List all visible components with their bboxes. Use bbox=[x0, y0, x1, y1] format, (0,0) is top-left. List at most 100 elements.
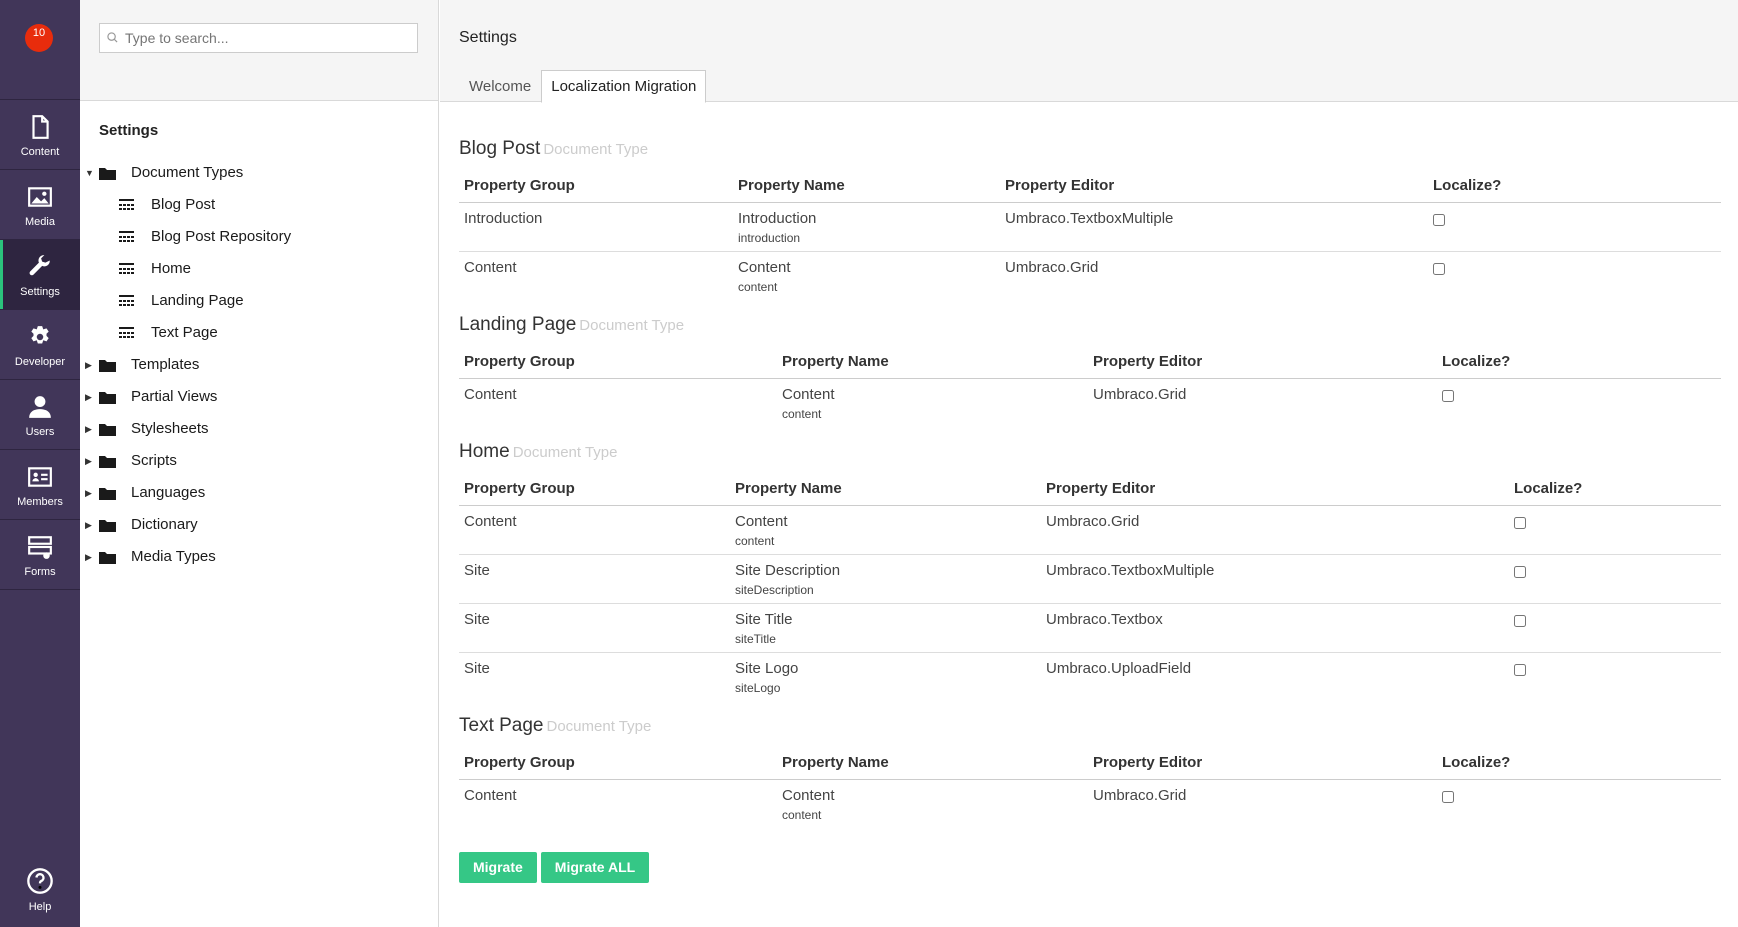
column-header-localize: Localize? bbox=[1437, 747, 1721, 780]
folder-icon bbox=[99, 168, 116, 180]
section-users[interactable]: Users bbox=[0, 380, 80, 450]
cell-editor: Umbraco.TextboxMultiple bbox=[1000, 202, 1428, 252]
tree-node-label: Scripts bbox=[131, 452, 177, 469]
caret-down-icon[interactable]: ▼ bbox=[85, 157, 94, 189]
doc-type-section: Home Document Type Property Group Propert… bbox=[459, 441, 1721, 701]
cell-localize bbox=[1509, 505, 1721, 555]
tab-welcome[interactable]: Welcome bbox=[459, 70, 541, 102]
cell-name: Content content bbox=[730, 505, 1041, 555]
caret-right-icon[interactable]: ▶ bbox=[85, 509, 92, 541]
image-icon bbox=[0, 184, 80, 212]
tree-node-label: Blog Post bbox=[151, 196, 216, 213]
table-row: Content Content content Umbraco.Grid bbox=[459, 251, 1721, 300]
localize-checkbox[interactable] bbox=[1514, 516, 1526, 529]
properties-table: Property Group Property Name Property Ed… bbox=[459, 473, 1721, 701]
cell-localize bbox=[1437, 779, 1721, 828]
tree-node-landing-page[interactable]: Landing Page bbox=[80, 285, 438, 317]
tree-node-stylesheets[interactable]: ▶ Stylesheets bbox=[80, 413, 438, 445]
help-button[interactable]: Help bbox=[0, 857, 80, 927]
column-header-name: Property Name bbox=[730, 473, 1041, 506]
localize-checkbox[interactable] bbox=[1514, 663, 1526, 676]
notifications-area: 10 bbox=[0, 0, 80, 100]
doc-type-title: Landing Page Document Type bbox=[459, 314, 1721, 340]
section-label: Developer bbox=[14, 356, 66, 368]
caret-right-icon[interactable]: ▶ bbox=[85, 445, 92, 477]
cell-editor: Umbraco.UploadField bbox=[1046, 659, 1192, 677]
property-alias: content bbox=[782, 406, 822, 421]
caret-right-icon[interactable]: ▶ bbox=[85, 381, 92, 413]
tree-node-label: Partial Views bbox=[131, 388, 218, 405]
tree-panel: Settings ▼ Document Types Blog Post Blog… bbox=[80, 0, 439, 927]
cell-group: Content bbox=[464, 385, 517, 403]
doc-type-suffix: Document Type bbox=[543, 141, 649, 158]
caret-right-icon[interactable]: ▶ bbox=[85, 477, 92, 509]
table-row: Site Site Logo siteLogo Umbraco.UploadFie… bbox=[459, 652, 1721, 701]
section-label: Forms bbox=[24, 566, 56, 578]
table-row: Site Site Title siteTitle Umbraco.Textbox bbox=[459, 603, 1721, 653]
localize-checkbox[interactable] bbox=[1514, 565, 1526, 578]
cell-name: Site Description siteDescription bbox=[730, 554, 1041, 604]
localize-checkbox[interactable] bbox=[1514, 614, 1526, 627]
migrate-button[interactable]: Migrate bbox=[459, 852, 537, 883]
doc-type-name: Home bbox=[459, 441, 510, 462]
localize-checkbox[interactable] bbox=[1442, 790, 1454, 803]
help-icon bbox=[0, 867, 80, 897]
tree-node-document-types[interactable]: ▼ Document Types bbox=[80, 157, 438, 189]
cell-editor: Umbraco.TextboxMultiple bbox=[1041, 554, 1509, 604]
section-content[interactable]: Content bbox=[0, 100, 80, 170]
tree-node-scripts[interactable]: ▶ Scripts bbox=[80, 445, 438, 477]
column-header-editor: Property Editor bbox=[1088, 747, 1437, 780]
table-header-row: Property Group Property Name Property Ed… bbox=[459, 747, 1721, 780]
table-row: Content Content content Umbraco.Grid bbox=[459, 378, 1721, 427]
localize-checkbox[interactable] bbox=[1433, 262, 1445, 275]
search-input[interactable] bbox=[100, 24, 417, 52]
cell-group: Site bbox=[464, 659, 490, 677]
cell-localize bbox=[1437, 378, 1721, 427]
section-label: Media bbox=[25, 216, 55, 228]
tree-node-label: Landing Page bbox=[151, 292, 244, 309]
tree-node-dictionary[interactable]: ▶ Dictionary bbox=[80, 509, 438, 541]
column-header-name: Property Name bbox=[777, 747, 1088, 780]
tree-node-templates[interactable]: ▶ Templates bbox=[80, 349, 438, 381]
localize-checkbox[interactable] bbox=[1442, 389, 1454, 402]
property-name: Site Logo bbox=[735, 659, 799, 677]
tree-node-blog-post-repository[interactable]: Blog Post Repository bbox=[80, 221, 438, 253]
section-forms[interactable]: Forms bbox=[0, 520, 80, 590]
notification-badge[interactable]: 10 bbox=[25, 24, 53, 52]
cell-group: Content bbox=[464, 258, 517, 276]
caret-right-icon[interactable]: ▶ bbox=[85, 541, 92, 573]
table-row: Content Content content Umbraco.Grid bbox=[459, 779, 1721, 828]
doc-type-suffix: Document Type bbox=[546, 718, 652, 735]
caret-right-icon[interactable]: ▶ bbox=[85, 349, 92, 381]
localize-checkbox[interactable] bbox=[1433, 213, 1445, 226]
migrate-all-button[interactable]: Migrate ALL bbox=[540, 852, 650, 883]
tree-node-home[interactable]: Home bbox=[80, 253, 438, 285]
section-media[interactable]: Media bbox=[0, 170, 80, 240]
cell-group: Site bbox=[459, 603, 730, 653]
cell-editor: Umbraco.Grid bbox=[1041, 505, 1509, 555]
property-name: Content bbox=[782, 385, 835, 403]
tree-node-blog-post[interactable]: Blog Post bbox=[80, 189, 438, 221]
tree-node-languages[interactable]: ▶ Languages bbox=[80, 477, 438, 509]
property-name: Introduction bbox=[738, 209, 817, 227]
doc-type-suffix: Document Type bbox=[512, 444, 618, 461]
cell-editor: Umbraco.Grid bbox=[1093, 786, 1187, 804]
section-developer[interactable]: Developer bbox=[0, 310, 80, 380]
tree-node-label: Blog Post Repository bbox=[151, 228, 292, 245]
folder-icon bbox=[99, 520, 116, 532]
doc-type-title: Home Document Type bbox=[459, 441, 1721, 467]
tree-node-media-types[interactable]: ▶ Media Types bbox=[80, 541, 438, 573]
help-label: Help bbox=[28, 901, 52, 913]
tab-localization-migration[interactable]: Localization Migration bbox=[541, 70, 707, 103]
tree-node-partial-views[interactable]: ▶ Partial Views bbox=[80, 381, 438, 413]
tree-node-label: Home bbox=[151, 260, 192, 277]
cell-name: Content content bbox=[777, 378, 1088, 427]
column-header-name: Property Name bbox=[777, 346, 1088, 379]
section-members[interactable]: Members bbox=[0, 450, 80, 520]
column-header-editor: Property Editor bbox=[1000, 170, 1428, 203]
section-settings[interactable]: Settings bbox=[0, 240, 80, 310]
tree-node-text-page[interactable]: Text Page bbox=[80, 317, 438, 349]
doc-type-icon bbox=[119, 199, 134, 210]
caret-right-icon[interactable]: ▶ bbox=[85, 413, 92, 445]
property-name: Content bbox=[735, 512, 788, 530]
